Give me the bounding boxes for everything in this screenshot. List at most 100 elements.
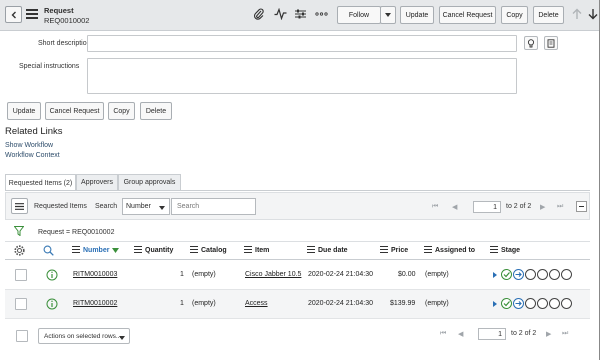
gear-icon[interactable] — [14, 245, 25, 258]
next-page-icon[interactable]: ▶ — [540, 203, 545, 211]
collapse-list-button[interactable] — [576, 201, 587, 212]
col-item[interactable]: Item — [244, 246, 269, 255]
last-page-icon[interactable]: ⏭ — [557, 203, 563, 211]
header-cancel-request-button[interactable]: Cancel Request — [439, 6, 496, 24]
row-checkbox[interactable] — [15, 269, 27, 281]
stage-current-icon — [513, 298, 524, 309]
follow-dropdown-button[interactable] — [380, 6, 396, 24]
col-number-label: Number — [83, 247, 110, 254]
cell-item[interactable]: Access — [245, 300, 268, 307]
header-update-button[interactable]: Update — [400, 6, 434, 24]
cell-number[interactable]: RITM0010003 — [73, 271, 117, 278]
special-instructions-label: Special instructions — [19, 63, 80, 70]
tab-approvers[interactable]: Approvers — [76, 174, 118, 190]
more-icon[interactable] — [314, 7, 328, 21]
cell-catalog: (empty) — [192, 300, 216, 307]
last-page-icon[interactable]: ⏭ — [562, 330, 568, 338]
prev-page-icon[interactable]: ◀ — [458, 330, 463, 338]
col-due-date[interactable]: Due date — [307, 246, 348, 255]
filter-icon[interactable] — [13, 226, 25, 238]
cell-price: $139.99 — [390, 300, 416, 307]
header-copy-button[interactable]: Copy — [501, 6, 528, 24]
page-total: to 2 of 2 — [506, 203, 532, 210]
list-menu-button[interactable] — [11, 198, 28, 214]
prev-page-icon[interactable]: ◀ — [452, 203, 457, 211]
arrow-down-icon[interactable] — [588, 7, 598, 21]
info-icon[interactable] — [46, 298, 58, 312]
col-assigned-to[interactable]: Assigned to — [424, 246, 475, 255]
cell-item[interactable]: Cisco Jabber 10.5 — [245, 271, 301, 278]
stage-pending-icon — [537, 269, 548, 280]
first-page-icon[interactable]: ⏮ — [432, 203, 438, 211]
cell-number[interactable]: RITM0010002 — [73, 300, 117, 307]
cell-quantity: 1 — [180, 300, 184, 307]
form-menu-icon[interactable] — [26, 9, 38, 19]
column-menu-icon — [72, 246, 80, 255]
first-page-icon[interactable]: ⏮ — [440, 330, 446, 338]
page-input[interactable]: 1 — [473, 201, 501, 213]
sort-down-icon — [112, 248, 120, 253]
tab-group-approvals[interactable]: Group approvals — [118, 174, 181, 190]
sliders-icon[interactable] — [293, 7, 307, 21]
paperclip-icon[interactable] — [252, 7, 266, 21]
cell-quantity: 1 — [180, 271, 184, 278]
col-stage[interactable]: Stage — [490, 246, 520, 255]
activity-icon[interactable] — [273, 7, 287, 21]
form-header: Request REQ0010002 Follow Update Cancel … — [0, 0, 600, 31]
delete-button[interactable]: Delete — [140, 102, 172, 120]
table-row[interactable]: RITM0010002 1 (empty) Access 2020-02-24 … — [5, 290, 590, 319]
special-instructions-textarea[interactable] — [87, 58, 517, 94]
lightbulb-icon — [527, 38, 535, 47]
follow-button[interactable]: Follow — [337, 6, 381, 24]
stage-pending-icon — [561, 298, 572, 309]
suggestion-button[interactable] — [524, 36, 538, 50]
tab-requested-items[interactable]: Requested Items (2) — [5, 174, 76, 191]
select-all-checkbox[interactable] — [16, 330, 28, 342]
knowledge-button[interactable] — [544, 36, 558, 50]
stage-indicator[interactable] — [493, 298, 573, 309]
stage-complete-icon — [501, 269, 512, 280]
actions-on-selected-select[interactable]: Actions on selected rows... — [38, 328, 130, 344]
stage-pending-icon — [549, 269, 560, 280]
table-row[interactable]: RITM0010003 1 (empty) Cisco Jabber 10.5 … — [5, 261, 590, 290]
short-description-input[interactable] — [87, 35, 517, 52]
header-delete-button[interactable]: Delete — [533, 6, 564, 24]
record-title: Request — [44, 6, 74, 15]
next-page-icon[interactable]: ▶ — [546, 330, 551, 338]
col-number[interactable]: Number — [72, 246, 120, 255]
stage-current-icon — [513, 269, 524, 280]
col-quantity[interactable]: Quantity — [134, 246, 173, 255]
chevron-left-icon — [11, 11, 16, 18]
cell-assigned-to: (empty) — [425, 300, 449, 307]
cell-due-date: 2020-02-24 21:04:30 — [308, 271, 373, 278]
back-button[interactable] — [5, 6, 22, 23]
book-icon — [547, 38, 555, 48]
arrow-up-icon[interactable] — [570, 7, 584, 21]
stage-pending-icon — [537, 298, 548, 309]
info-icon[interactable] — [46, 269, 58, 283]
cell-price: $0.00 — [398, 271, 416, 278]
col-catalog[interactable]: Catalog — [190, 246, 227, 255]
cell-due-date: 2020-02-24 21:04:30 — [308, 300, 373, 307]
cell-catalog: (empty) — [192, 271, 216, 278]
copy-button[interactable]: Copy — [108, 102, 135, 120]
show-workflow-link[interactable]: Show Workflow — [5, 142, 53, 149]
footer-page-input[interactable]: 1 — [478, 328, 506, 340]
list-search-input[interactable]: Search — [171, 198, 256, 215]
col-price[interactable]: Price — [380, 246, 408, 255]
search-icon[interactable] — [43, 245, 54, 258]
stage-indicator[interactable] — [493, 269, 573, 280]
update-button[interactable]: Update — [7, 102, 41, 120]
stage-complete-icon — [501, 298, 512, 309]
cancel-request-button[interactable]: Cancel Request — [45, 102, 104, 120]
hamburger-icon — [15, 202, 24, 210]
workflow-context-link[interactable]: Workflow Context — [5, 152, 60, 159]
stage-pending-icon — [525, 298, 536, 309]
short-description-label: Short description — [38, 40, 91, 47]
row-checkbox[interactable] — [15, 298, 27, 310]
related-links-heading: Related Links — [5, 126, 63, 137]
list-title: Requested Items — [34, 203, 87, 210]
filter-breadcrumb[interactable]: Request = REQ0010002 — [38, 229, 114, 236]
caret-down-icon — [385, 13, 391, 17]
search-field-select[interactable]: Number — [122, 198, 170, 215]
